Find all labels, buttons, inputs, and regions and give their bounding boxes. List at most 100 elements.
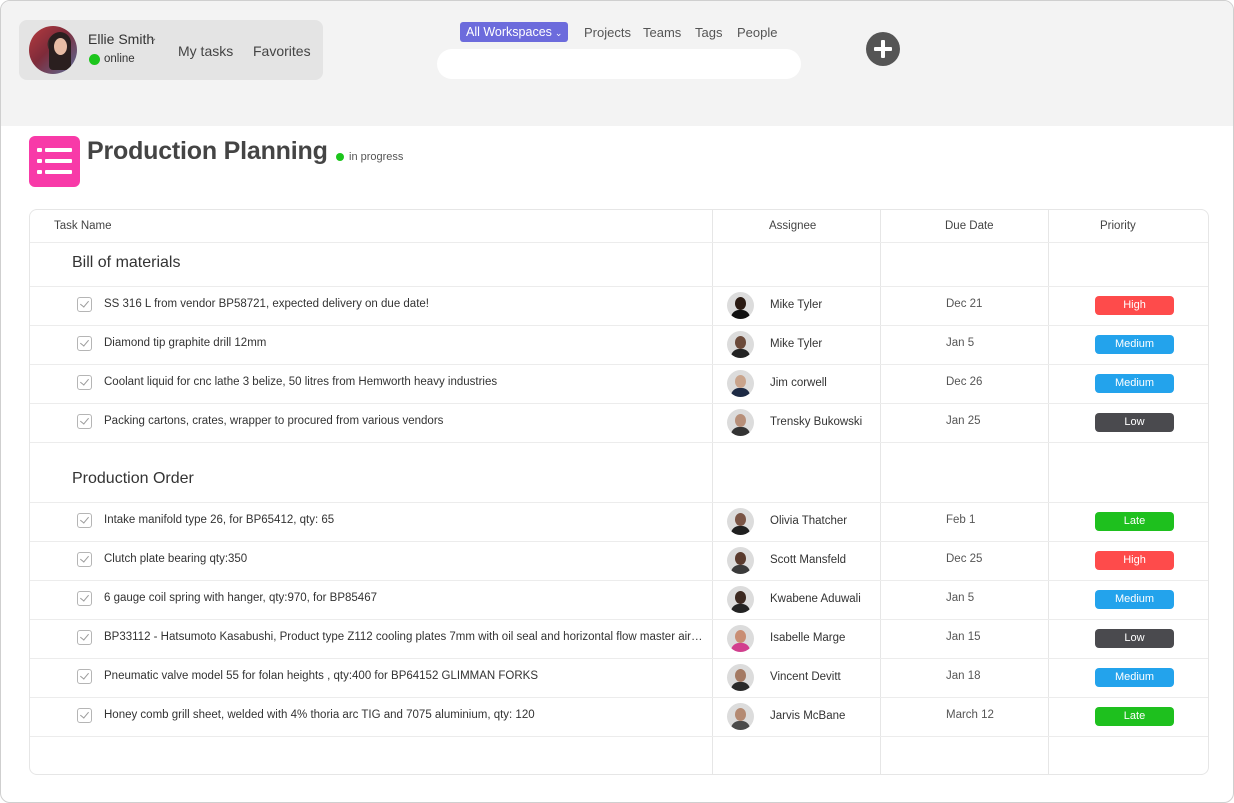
top-bar: Ellie Smith ⌄ online My tasks Favorites … — [1, 1, 1233, 126]
user-status: online — [104, 53, 135, 65]
priority-badge[interactable]: Late — [1095, 707, 1174, 726]
task-checkbox[interactable] — [77, 375, 92, 390]
nav-projects[interactable]: Projects — [584, 25, 631, 40]
priority-badge[interactable]: Medium — [1095, 668, 1174, 687]
assignee-name[interactable]: Jim corwell — [770, 377, 827, 389]
online-status-icon — [89, 54, 100, 65]
task-checkbox[interactable] — [77, 669, 92, 684]
task-name[interactable]: Diamond tip graphite drill 12mm — [104, 337, 708, 349]
task-name[interactable]: Pneumatic valve model 55 for folan heigh… — [104, 670, 708, 682]
chevron-down-icon: ⌄ — [554, 28, 563, 38]
avatar — [727, 409, 754, 436]
avatar — [727, 370, 754, 397]
task-name[interactable]: Packing cartons, crates, wrapper to proc… — [104, 415, 708, 427]
task-checkbox[interactable] — [77, 630, 92, 645]
task-name[interactable]: Coolant liquid for cnc lathe 3 belize, 5… — [104, 376, 708, 388]
priority-badge[interactable]: Low — [1095, 629, 1174, 648]
table-row[interactable]: SS 316 L from vendor BP58721, expected d… — [30, 286, 1208, 325]
task-checkbox[interactable] — [77, 708, 92, 723]
assignee-name[interactable]: Trensky Bukowski — [770, 416, 862, 428]
table-row[interactable]: BP33112 - Hatsumoto Kasabushi, Product t… — [30, 619, 1208, 658]
assignee-name[interactable]: Kwabene Aduwali — [770, 593, 861, 605]
assignee-name[interactable]: Vincent Devitt — [770, 671, 841, 683]
priority-badge[interactable]: Medium — [1095, 374, 1174, 393]
priority-badge[interactable]: High — [1095, 551, 1174, 570]
due-date[interactable]: Jan 5 — [946, 337, 974, 349]
avatar — [727, 586, 754, 613]
assignee-name[interactable]: Olivia Thatcher — [770, 515, 847, 527]
section-title: Bill of materials — [72, 254, 181, 271]
table-row[interactable]: Pneumatic valve model 55 for folan heigh… — [30, 658, 1208, 697]
due-date[interactable]: Dec 26 — [946, 376, 982, 388]
due-date[interactable]: Jan 25 — [946, 415, 981, 427]
page-title: Production Planning — [87, 137, 328, 165]
task-checkbox[interactable] — [77, 513, 92, 528]
task-checkbox[interactable] — [77, 552, 92, 567]
add-button[interactable] — [866, 32, 900, 66]
avatar — [727, 625, 754, 652]
priority-badge[interactable]: Medium — [1095, 335, 1174, 354]
task-checkbox[interactable] — [77, 591, 92, 606]
project-status: in progress — [349, 151, 404, 163]
priority-badge[interactable]: Medium — [1095, 590, 1174, 609]
column-header-due-date[interactable]: Due Date — [945, 220, 994, 232]
task-name[interactable]: 6 gauge coil spring with hanger, qty:970… — [104, 592, 708, 604]
table-row[interactable]: 6 gauge coil spring with hanger, qty:970… — [30, 580, 1208, 619]
table-row[interactable]: Packing cartons, crates, wrapper to proc… — [30, 403, 1208, 442]
table-row[interactable]: Coolant liquid for cnc lathe 3 belize, 5… — [30, 364, 1208, 403]
status-dot-icon — [336, 153, 344, 161]
user-name[interactable]: Ellie Smith — [88, 31, 154, 47]
avatar — [727, 547, 754, 574]
chevron-down-icon[interactable]: ⌄ — [149, 33, 157, 44]
nav-people[interactable]: People — [737, 25, 777, 40]
column-header-task[interactable]: Task Name — [54, 220, 112, 232]
table-row[interactable]: Diamond tip graphite drill 12mm Mike Tyle… — [30, 325, 1208, 364]
assignee-name[interactable]: Isabelle Marge — [770, 632, 845, 644]
due-date[interactable]: Dec 21 — [946, 298, 982, 310]
task-checkbox[interactable] — [77, 414, 92, 429]
due-date[interactable]: March 12 — [946, 709, 994, 721]
avatar — [727, 703, 754, 730]
nav-my-tasks[interactable]: My tasks — [178, 43, 233, 59]
due-date[interactable]: Jan 15 — [946, 631, 981, 643]
task-checkbox[interactable] — [77, 336, 92, 351]
list-icon — [29, 136, 80, 187]
assignee-name[interactable]: Mike Tyler — [770, 338, 822, 350]
nav-favorites[interactable]: Favorites — [253, 43, 311, 59]
table-row[interactable]: Clutch plate bearing qty:350 Scott Mansfe… — [30, 541, 1208, 580]
section-title: Production Order — [72, 470, 194, 487]
avatar — [727, 292, 754, 319]
user-avatar — [29, 26, 77, 74]
task-name[interactable]: Honey comb grill sheet, welded with 4% t… — [104, 709, 708, 721]
avatar — [727, 664, 754, 691]
priority-badge[interactable]: Low — [1095, 413, 1174, 432]
app-window: Ellie Smith ⌄ online My tasks Favorites … — [0, 0, 1234, 803]
assignee-name[interactable]: Mike Tyler — [770, 299, 822, 311]
task-name[interactable]: Clutch plate bearing qty:350 — [104, 553, 708, 565]
column-header-assignee[interactable]: Assignee — [769, 220, 816, 232]
due-date[interactable]: Feb 1 — [946, 514, 975, 526]
assignee-name[interactable]: Scott Mansfeld — [770, 554, 846, 566]
due-date[interactable]: Jan 18 — [946, 670, 981, 682]
avatar — [727, 331, 754, 358]
task-name[interactable]: Intake manifold type 26, for BP65412, qt… — [104, 514, 708, 526]
avatar — [727, 508, 754, 535]
table-row[interactable]: Honey comb grill sheet, welded with 4% t… — [30, 697, 1208, 736]
workspace-selector[interactable]: All Workspaces ⌄ — [460, 22, 569, 42]
priority-badge[interactable]: Late — [1095, 512, 1174, 531]
task-name[interactable]: SS 316 L from vendor BP58721, expected d… — [104, 298, 708, 310]
task-name[interactable]: BP33112 - Hatsumoto Kasabushi, Product t… — [104, 631, 708, 643]
assignee-name[interactable]: Jarvis McBane — [770, 710, 845, 722]
column-header-priority[interactable]: Priority — [1100, 220, 1136, 232]
due-date[interactable]: Jan 5 — [946, 592, 974, 604]
search-input[interactable] — [437, 49, 801, 79]
table-row[interactable]: Intake manifold type 26, for BP65412, qt… — [30, 502, 1208, 541]
user-card[interactable]: Ellie Smith ⌄ online My tasks Favorites — [19, 20, 323, 80]
due-date[interactable]: Dec 25 — [946, 553, 982, 565]
workspace-selected: All Workspaces — [466, 25, 552, 39]
nav-tags[interactable]: Tags — [695, 25, 722, 40]
priority-badge[interactable]: High — [1095, 296, 1174, 315]
task-checkbox[interactable] — [77, 297, 92, 312]
task-table: Task Name Assignee Due Date Priority Bil… — [29, 209, 1209, 775]
nav-teams[interactable]: Teams — [643, 25, 681, 40]
